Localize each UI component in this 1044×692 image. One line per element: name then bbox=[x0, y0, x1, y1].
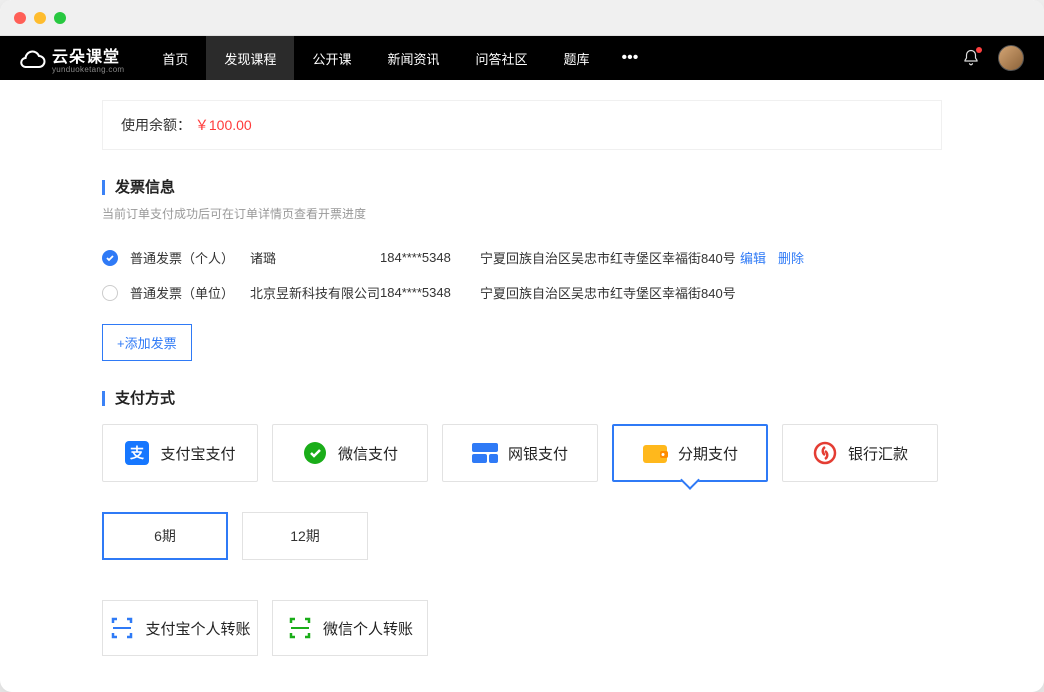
invoice-name: 诸璐 bbox=[250, 248, 380, 267]
nav-more[interactable]: ••• bbox=[608, 36, 653, 80]
brand-logo[interactable]: 云朵课堂 yunduoketang.com bbox=[20, 43, 124, 74]
ellipsis-icon: ••• bbox=[622, 49, 639, 67]
invoice-row[interactable]: 普通发票（个人） 诸璐 184****5348 宁夏回族自治区吴忠市红寺堡区幸福… bbox=[102, 240, 942, 275]
cloud-logo-icon bbox=[20, 48, 46, 68]
add-invoice-button[interactable]: +添加发票 bbox=[102, 324, 192, 361]
transfer-options: 支付宝个人转账 微信个人转账 bbox=[102, 600, 942, 656]
pay-option-unionpay[interactable]: 网银支付 bbox=[442, 424, 598, 482]
alipay-icon: 支 bbox=[124, 440, 150, 466]
nav-discover[interactable]: 发现课程 bbox=[206, 36, 294, 80]
bank-icon bbox=[812, 440, 838, 466]
balance-amount: ￥100.00 bbox=[195, 117, 252, 133]
wallet-icon bbox=[642, 440, 668, 466]
brand-name: 云朵课堂 bbox=[52, 43, 124, 67]
period-6[interactable]: 6期 bbox=[102, 512, 228, 560]
radio-unselected-icon[interactable] bbox=[102, 285, 118, 301]
top-nav: 云朵课堂 yunduoketang.com 首页 发现课程 公开课 新闻资讯 问… bbox=[0, 36, 1044, 80]
invoice-phone: 184****5348 bbox=[380, 285, 480, 300]
invoice-row[interactable]: 普通发票（单位） 北京昱新科技有限公司 184****5348 宁夏回族自治区吴… bbox=[102, 275, 942, 310]
invoice-type: 普通发票（单位） bbox=[130, 283, 250, 302]
transfer-label: 支付宝个人转账 bbox=[145, 618, 250, 639]
nav-quiz[interactable]: 题库 bbox=[545, 36, 607, 80]
payment-section: 支付方式 支 支付宝支付 微信支付 bbox=[102, 391, 942, 656]
pay-option-label: 网银支付 bbox=[508, 443, 568, 464]
pay-option-alipay[interactable]: 支 支付宝支付 bbox=[102, 424, 258, 482]
invoice-delete-link[interactable]: 删除 bbox=[778, 248, 804, 267]
balance-box: 使用余额： ￥100.00 bbox=[102, 100, 942, 150]
window-maximize-button[interactable] bbox=[54, 12, 66, 24]
user-avatar[interactable] bbox=[998, 45, 1024, 71]
pay-option-label: 微信支付 bbox=[338, 443, 398, 464]
invoice-title: 发票信息 bbox=[102, 180, 942, 195]
unionpay-icon bbox=[472, 440, 498, 466]
pay-option-label: 银行汇款 bbox=[848, 443, 908, 464]
nav-qa[interactable]: 问答社区 bbox=[457, 36, 545, 80]
invoice-subtitle: 当前订单支付成功后可在订单详情页查看开票进度 bbox=[102, 205, 942, 222]
nav-public[interactable]: 公开课 bbox=[294, 36, 369, 80]
pay-option-label: 支付宝支付 bbox=[160, 443, 235, 464]
invoice-list: 普通发票（个人） 诸璐 184****5348 宁夏回族自治区吴忠市红寺堡区幸福… bbox=[102, 240, 942, 310]
radio-selected-icon[interactable] bbox=[102, 250, 118, 266]
pay-option-wechat[interactable]: 微信支付 bbox=[272, 424, 428, 482]
nav-news[interactable]: 新闻资讯 bbox=[369, 36, 457, 80]
notification-dot-icon bbox=[976, 47, 982, 53]
payment-title: 支付方式 bbox=[102, 391, 942, 406]
nav-home[interactable]: 首页 bbox=[144, 36, 206, 80]
invoice-edit-link[interactable]: 编辑 bbox=[740, 248, 766, 267]
notifications-button[interactable] bbox=[962, 49, 980, 67]
invoice-phone: 184****5348 bbox=[380, 250, 480, 265]
pay-option-label: 分期支付 bbox=[678, 443, 738, 464]
invoice-section: 发票信息 当前订单支付成功后可在订单详情页查看开票进度 普通发票（个人） 诸璐 … bbox=[102, 180, 942, 361]
window-titlebar bbox=[0, 0, 1044, 36]
app-window: 云朵课堂 yunduoketang.com 首页 发现课程 公开课 新闻资讯 问… bbox=[0, 0, 1044, 692]
scan-green-icon bbox=[287, 615, 313, 641]
invoice-address: 宁夏回族自治区吴忠市红寺堡区幸福街840号 bbox=[480, 248, 740, 267]
svg-text:支: 支 bbox=[129, 445, 145, 461]
invoice-name: 北京昱新科技有限公司 bbox=[250, 283, 380, 302]
window-minimize-button[interactable] bbox=[34, 12, 46, 24]
invoice-type: 普通发票（个人） bbox=[130, 248, 250, 267]
transfer-alipay[interactable]: 支付宝个人转账 bbox=[102, 600, 258, 656]
window-close-button[interactable] bbox=[14, 12, 26, 24]
wechat-icon bbox=[302, 440, 328, 466]
nav-items: 首页 发现课程 公开课 新闻资讯 问答社区 题库 ••• bbox=[144, 36, 652, 80]
pay-option-installment[interactable]: 分期支付 bbox=[612, 424, 768, 482]
installment-periods: 6期 12期 bbox=[102, 512, 942, 560]
scan-blue-icon bbox=[109, 615, 135, 641]
page-content: 使用余额： ￥100.00 发票信息 当前订单支付成功后可在订单详情页查看开票进… bbox=[0, 80, 1044, 692]
period-12[interactable]: 12期 bbox=[242, 512, 368, 560]
invoice-address: 宁夏回族自治区吴忠市红寺堡区幸福街840号 bbox=[480, 283, 740, 302]
transfer-label: 微信个人转账 bbox=[323, 618, 413, 639]
brand-sub: yunduoketang.com bbox=[52, 65, 124, 74]
balance-label: 使用余额： bbox=[121, 117, 191, 133]
transfer-wechat[interactable]: 微信个人转账 bbox=[272, 600, 428, 656]
pay-option-bank[interactable]: 银行汇款 bbox=[782, 424, 938, 482]
payment-options: 支 支付宝支付 微信支付 网银支付 bbox=[102, 424, 942, 482]
